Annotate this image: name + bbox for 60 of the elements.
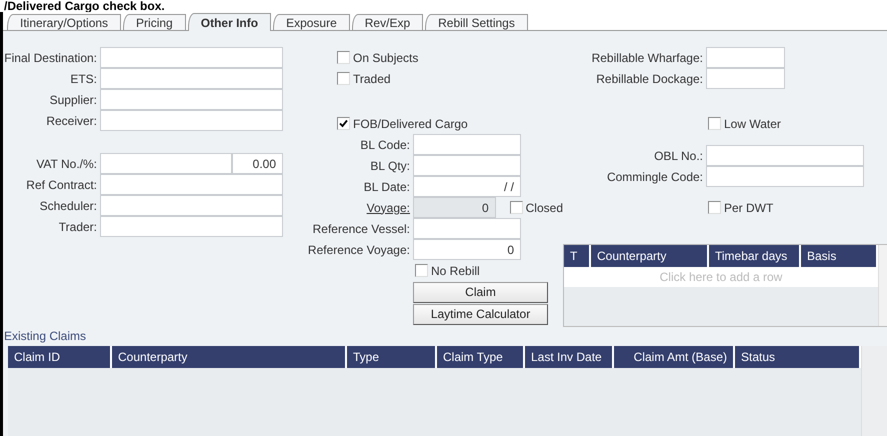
checkbox[interactable]: Traded xyxy=(337,72,391,86)
check-icon xyxy=(339,119,348,128)
checkbox[interactable]: Per DWT xyxy=(708,200,774,214)
field-label: BL Date: xyxy=(362,180,411,194)
checkbox[interactable]: Low Water xyxy=(708,116,781,130)
input-field[interactable] xyxy=(413,218,521,239)
action-button[interactable]: Claim xyxy=(413,282,548,302)
column-header: Claim Type xyxy=(437,346,525,368)
checkbox[interactable]: FOB/Delivered Cargo xyxy=(337,116,468,130)
input-field[interactable] xyxy=(100,110,283,131)
caption-text: /Delivered Cargo check box. xyxy=(3,0,166,12)
input-field[interactable] xyxy=(100,195,283,216)
field-label: Trader: xyxy=(58,220,98,234)
field-label: Supplier: xyxy=(48,92,98,106)
tab[interactable]: Other Info xyxy=(188,13,272,31)
checkbox[interactable]: On Subjects xyxy=(337,50,418,64)
percent-field[interactable]: 0.00 xyxy=(232,153,283,174)
column-header: Last Inv Date xyxy=(525,346,614,368)
field-label: Reference Vessel: xyxy=(312,222,411,236)
column-header: Claim ID xyxy=(8,346,112,368)
input-field[interactable] xyxy=(100,153,232,174)
input-field[interactable] xyxy=(706,145,864,166)
field-label: BL Qty: xyxy=(369,158,411,172)
input-field[interactable] xyxy=(706,68,785,89)
input-field[interactable]: / / xyxy=(413,176,521,197)
input-field: 0 xyxy=(413,197,496,218)
scrollbar[interactable] xyxy=(878,245,887,326)
section-title: Existing Claims xyxy=(3,328,86,343)
action-button[interactable]: Laytime Calculator xyxy=(413,304,548,324)
field-label: VAT No./%: xyxy=(35,156,98,170)
input-field[interactable] xyxy=(413,134,521,155)
input-field[interactable]: 0 xyxy=(413,239,521,260)
input-field[interactable] xyxy=(706,47,785,68)
field-label: Reference Voyage: xyxy=(306,242,411,256)
field-label: Receiver: xyxy=(45,114,98,128)
tab[interactable]: Pricing xyxy=(123,14,186,30)
column-header: Type xyxy=(347,346,437,368)
field-label: ETS: xyxy=(69,72,98,86)
tab[interactable]: Itinerary/Options xyxy=(7,14,122,30)
column-header: Claim Amt (Base) xyxy=(614,346,735,368)
field-label: Rebillable Wharfage: xyxy=(590,50,704,64)
input-field[interactable] xyxy=(100,174,283,195)
column-header: Counterparty xyxy=(112,346,347,368)
input-field[interactable] xyxy=(100,47,283,68)
input-field[interactable] xyxy=(100,216,283,237)
checkbox[interactable]: No Rebill xyxy=(415,264,480,278)
field-label: BL Code: xyxy=(359,138,411,152)
field-label: Ref Contract: xyxy=(25,178,98,192)
tab[interactable]: Exposure xyxy=(273,14,350,30)
tab[interactable]: Rev/Exp xyxy=(352,14,424,30)
field-label: Rebillable Dockage: xyxy=(595,72,704,86)
field-label: Final Destination: xyxy=(3,50,98,64)
input-field[interactable] xyxy=(706,166,864,187)
field-label: Commingle Code: xyxy=(606,170,704,184)
field-label: OBL No.: xyxy=(653,148,704,162)
input-field[interactable] xyxy=(413,155,521,176)
input-field[interactable] xyxy=(100,68,283,89)
field-label: Scheduler: xyxy=(38,198,98,212)
input-field[interactable] xyxy=(100,89,283,110)
tab[interactable]: Rebill Settings xyxy=(425,14,528,30)
